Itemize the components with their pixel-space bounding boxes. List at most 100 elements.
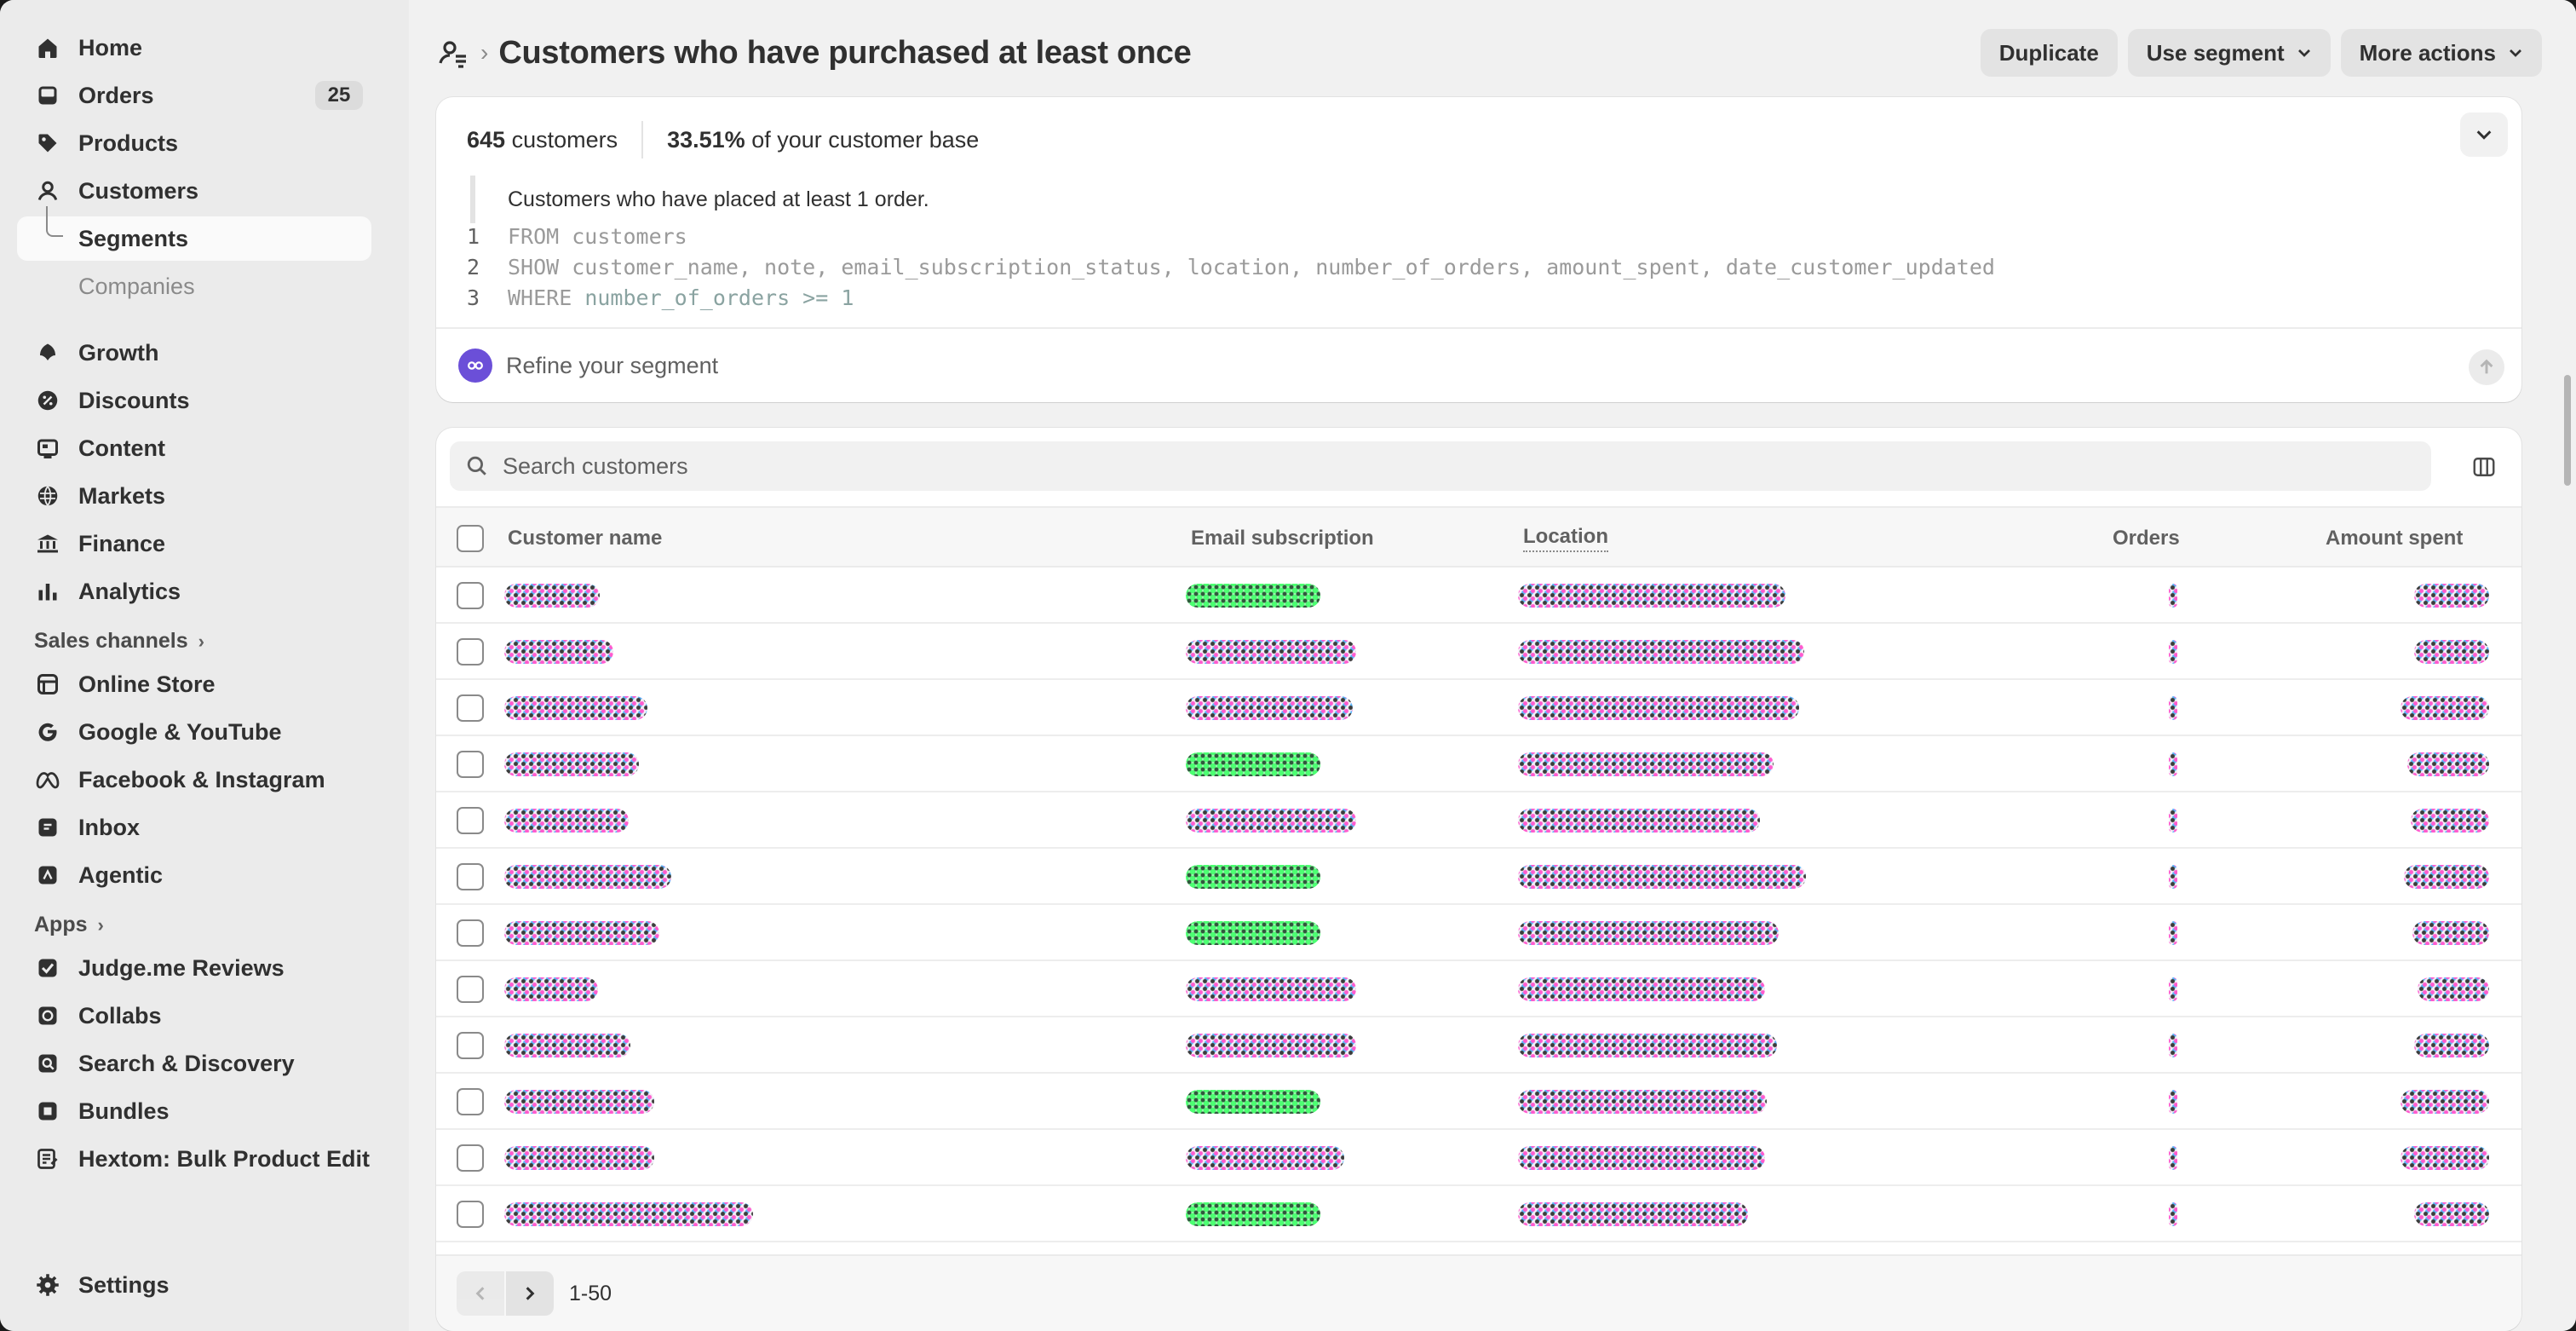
customer-percent-value: 33.51% [667, 126, 745, 153]
hextom-icon [34, 1145, 61, 1173]
table-row[interactable] [436, 961, 2521, 1017]
google-icon [34, 718, 61, 746]
sidebar-item-discounts[interactable]: Discounts [17, 378, 371, 423]
email-subscription-redacted [1186, 977, 1356, 1001]
segment-query-editor[interactable]: 1 FROM customers 2 SHOW customer_name, not… [467, 222, 1995, 314]
table-row[interactable] [436, 624, 2521, 680]
sidebar-item-collabs[interactable]: Collabs [17, 994, 371, 1038]
sidebar-item-inbox[interactable]: Inbox [17, 805, 371, 850]
orders-count-badge: 25 [315, 81, 363, 110]
search-input[interactable]: Search customers [450, 441, 2431, 491]
refine-segment-input[interactable]: Refine your segment [436, 327, 2521, 402]
row-checkbox[interactable] [457, 863, 484, 890]
table-row[interactable] [436, 1074, 2521, 1130]
customer-name-redacted [504, 977, 598, 1001]
table-row[interactable] [436, 1017, 2521, 1074]
table-row[interactable] [436, 736, 2521, 792]
sidebar-item-label: Agentic [78, 861, 164, 888]
chevron-right-icon [526, 1287, 535, 1300]
customer-percent: 33.51% of your customer base [667, 127, 979, 153]
columns-button[interactable] [2465, 448, 2503, 486]
table-row[interactable] [436, 1130, 2521, 1186]
next-page-button[interactable] [506, 1271, 554, 1316]
row-checkbox[interactable] [457, 1201, 484, 1228]
amount-spent-redacted [2401, 1146, 2489, 1170]
growth-icon [34, 339, 61, 366]
table-row[interactable] [436, 568, 2521, 624]
row-checkbox[interactable] [457, 582, 484, 609]
sidebar-item-orders[interactable]: Orders 25 [17, 73, 371, 118]
use-segment-button[interactable]: Use segment [2127, 29, 2331, 77]
duplicate-button[interactable]: Duplicate [1980, 29, 2118, 77]
content-icon [34, 435, 61, 462]
columns-icon [2473, 458, 2495, 476]
sidebar-item-search-discovery[interactable]: Search & Discovery [17, 1041, 371, 1086]
row-checkbox[interactable] [457, 694, 484, 722]
line-number: 1 [467, 224, 480, 249]
table-row[interactable] [436, 905, 2521, 961]
column-header-customer-name[interactable]: Customer name [508, 508, 662, 569]
previous-page-button[interactable] [457, 1271, 504, 1316]
table-row[interactable] [436, 849, 2521, 905]
sidebar-item-content[interactable]: Content [17, 426, 371, 470]
sidebar-item-hextom[interactable]: Hextom: Bulk Product Edit [17, 1137, 371, 1181]
row-checkbox[interactable] [457, 807, 484, 834]
sidebar-item-settings[interactable]: Settings [17, 1263, 371, 1307]
collapse-button[interactable] [2460, 112, 2508, 157]
row-checkbox[interactable] [457, 1144, 484, 1172]
chevron-right-icon: › [97, 913, 104, 936]
page-scrollbar[interactable] [2564, 375, 2571, 486]
breadcrumb-segments-icon[interactable] [436, 36, 470, 70]
sidebar-item-facebook-instagram[interactable]: Facebook & Instagram [17, 758, 371, 802]
sidebar-item-growth[interactable]: Growth [17, 331, 371, 375]
sales-channels-heading[interactable]: Sales channels › [34, 629, 409, 654]
column-header-location[interactable]: Location [1523, 508, 1608, 569]
inbox-icon [34, 814, 61, 841]
customer-percent-suffix: of your customer base [745, 126, 980, 153]
section-label: Apps [34, 913, 88, 936]
row-checkbox[interactable] [457, 919, 484, 947]
select-all-checkbox[interactable] [457, 525, 484, 552]
send-button[interactable] [2469, 349, 2504, 385]
sidebar-item-analytics[interactable]: Analytics [17, 569, 371, 614]
discount-icon [34, 387, 61, 414]
column-header-orders[interactable]: Orders [2113, 508, 2180, 569]
code-keyword: WHERE [508, 285, 585, 310]
sidebar-item-segments[interactable]: Segments [17, 206, 371, 261]
row-checkbox[interactable] [457, 751, 484, 778]
sidebar-item-bundles[interactable]: Bundles [17, 1089, 371, 1133]
chevron-down-icon [2510, 49, 2521, 57]
more-actions-button[interactable]: More actions [2340, 29, 2542, 77]
sidebar-item-label: Analytics [78, 578, 181, 604]
chevron-down-icon [2297, 49, 2310, 57]
search-app-icon [34, 1050, 61, 1077]
column-header-amount-spent[interactable]: Amount spent [2326, 508, 2463, 569]
sidebar-item-judgeme[interactable]: Judge.me Reviews [17, 946, 371, 990]
customer-name-redacted [504, 1202, 753, 1226]
sidebar-item-customers[interactable]: Customers [17, 169, 371, 213]
row-checkbox[interactable] [457, 638, 484, 666]
meta-icon [34, 766, 61, 793]
column-label: Location [1523, 525, 1608, 552]
row-checkbox[interactable] [457, 1032, 484, 1059]
table-row[interactable] [436, 792, 2521, 849]
table-row[interactable] [436, 1186, 2521, 1242]
sidebar-item-google-youtube[interactable]: Google & YouTube [17, 710, 371, 754]
row-checkbox[interactable] [457, 976, 484, 1003]
sidebar-item-finance[interactable]: Finance [17, 521, 371, 566]
code-line: 3 WHERE number_of_orders >= 1 [467, 283, 1995, 314]
row-checkbox[interactable] [457, 1088, 484, 1115]
apps-heading[interactable]: Apps › [34, 913, 409, 937]
sidebar-item-online-store[interactable]: Online Store [17, 662, 371, 706]
column-header-email-subscription[interactable]: Email subscription [1191, 508, 1374, 569]
sidebar-item-products[interactable]: Products [17, 121, 371, 165]
table-footer: 1-50 [436, 1254, 2521, 1331]
amount-spent-redacted [2407, 752, 2489, 776]
sidebar-item-companies[interactable]: Companies [17, 264, 371, 308]
sidebar-item-agentic[interactable]: Agentic [17, 853, 371, 897]
button-label: More actions [2359, 39, 2496, 66]
table-row[interactable] [436, 680, 2521, 736]
table-header: Customer name Email subscription Locatio… [436, 506, 2521, 568]
sidebar-item-markets[interactable]: Markets [17, 474, 371, 518]
sidebar-item-home[interactable]: Home [17, 26, 371, 70]
